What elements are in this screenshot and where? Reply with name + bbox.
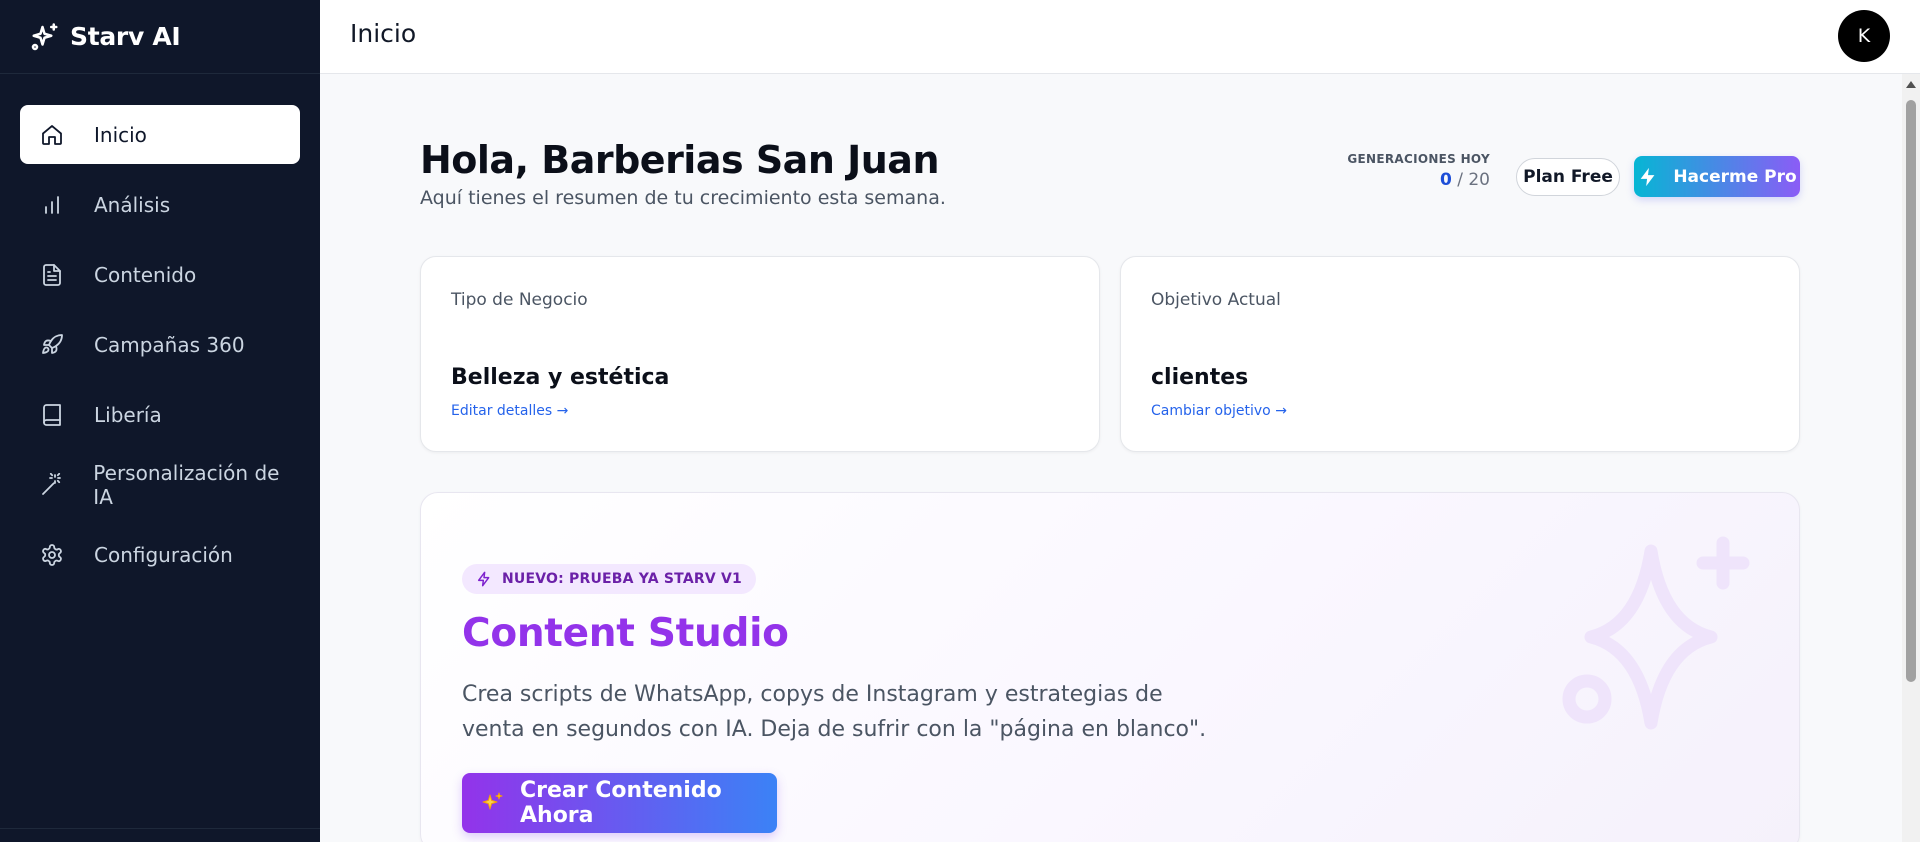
home-icon: [38, 121, 66, 149]
sidebar-nav: Inicio Análisis Contenido Campañas 360 L…: [0, 74, 320, 584]
generations-count: 0 / 20: [1347, 170, 1490, 190]
generations-limit: / 20: [1457, 170, 1490, 190]
brand-name: Starv AI: [70, 22, 181, 51]
sidebar-item-configuracion[interactable]: Configuración: [20, 525, 300, 584]
sidebar-item-contenido[interactable]: Contenido: [20, 245, 300, 304]
plan-badge: Plan Free: [1516, 158, 1620, 196]
top-header: Inicio K: [320, 0, 1920, 74]
lightning-icon: [1637, 166, 1659, 188]
sidebar-item-label: Campañas 360: [94, 332, 245, 357]
new-feature-badge: NUEVO: PRUEBA YA STARV V1: [462, 564, 756, 594]
sidebar-item-label: Libería: [94, 402, 162, 427]
sparkles-decoration-icon: [1561, 533, 1761, 733]
sidebar-footer-divider: [0, 828, 320, 842]
sidebar-item-analisis[interactable]: Análisis: [20, 175, 300, 234]
sidebar-item-liberia[interactable]: Libería: [20, 385, 300, 444]
content-studio-description: Crea scripts de WhatsApp, copys de Insta…: [462, 682, 1207, 742]
scroll-up-arrow-icon[interactable]: [1906, 81, 1916, 88]
bar-chart-icon: [38, 191, 66, 219]
book-icon: [38, 401, 66, 429]
scrollbar-thumb[interactable]: [1906, 100, 1916, 682]
sidebar-item-inicio[interactable]: Inicio: [20, 105, 300, 164]
greeting-subtitle: Aquí tienes el resumen de tu crecimiento…: [420, 187, 946, 209]
generations-label: GENERACIONES HOY: [1347, 152, 1490, 166]
create-content-label: Crear Contenido Ahora: [520, 778, 722, 828]
sidebar-item-personalizacion-ia[interactable]: Personalización de IA: [20, 455, 300, 514]
business-type-label: Tipo de Negocio: [451, 290, 588, 310]
sidebar-item-label: Personalización de IA: [93, 460, 280, 509]
document-icon: [38, 261, 66, 289]
business-type-card: Tipo de Negocio Belleza y estética Edita…: [420, 256, 1100, 452]
sidebar-item-label: Configuración: [94, 542, 233, 567]
current-goal-card: Objetivo Actual clientes Cambiar objetiv…: [1120, 256, 1800, 452]
sidebar-item-campanas-360[interactable]: Campañas 360: [20, 315, 300, 374]
edit-details-link[interactable]: Editar detalles →: [451, 403, 568, 419]
upgrade-pro-button[interactable]: Hacerme Pro: [1634, 156, 1800, 197]
sidebar-item-label: Análisis: [94, 192, 171, 217]
generations-counter: GENERACIONES HOY 0 / 20: [1347, 152, 1490, 190]
sidebar: Starv AI Inicio Análisis Contenido Campa…: [0, 0, 320, 842]
sidebar-item-label: Inicio: [94, 122, 147, 147]
create-content-button[interactable]: Crear Contenido Ahora: [462, 773, 777, 833]
gear-icon: [38, 541, 66, 569]
greeting-heading: Hola, Barberias San Juan: [420, 138, 940, 182]
user-avatar[interactable]: K: [1838, 10, 1890, 62]
brand[interactable]: Starv AI: [0, 0, 320, 74]
content-studio-title: Content Studio: [462, 611, 789, 656]
current-goal-label: Objetivo Actual: [1151, 290, 1281, 310]
magic-wand-icon: [38, 471, 65, 499]
new-feature-badge-label: NUEVO: PRUEBA YA STARV V1: [502, 571, 742, 587]
change-goal-link[interactable]: Cambiar objetivo →: [1151, 403, 1287, 419]
upgrade-pro-label: Hacerme Pro: [1673, 166, 1797, 187]
sparkles-icon: [480, 791, 504, 815]
content-studio-banner: NUEVO: PRUEBA YA STARV V1 Content Studio…: [420, 492, 1800, 842]
current-goal-value: clientes: [1151, 365, 1249, 390]
rocket-icon: [38, 331, 66, 359]
generations-used: 0: [1439, 170, 1452, 190]
sparkles-logo-icon: [30, 22, 60, 52]
lightning-icon: [476, 571, 492, 587]
sidebar-item-label: Contenido: [94, 262, 197, 287]
page-title: Inicio: [350, 19, 417, 48]
page-scrollbar[interactable]: [1902, 74, 1920, 842]
business-type-value: Belleza y estética: [451, 365, 670, 390]
